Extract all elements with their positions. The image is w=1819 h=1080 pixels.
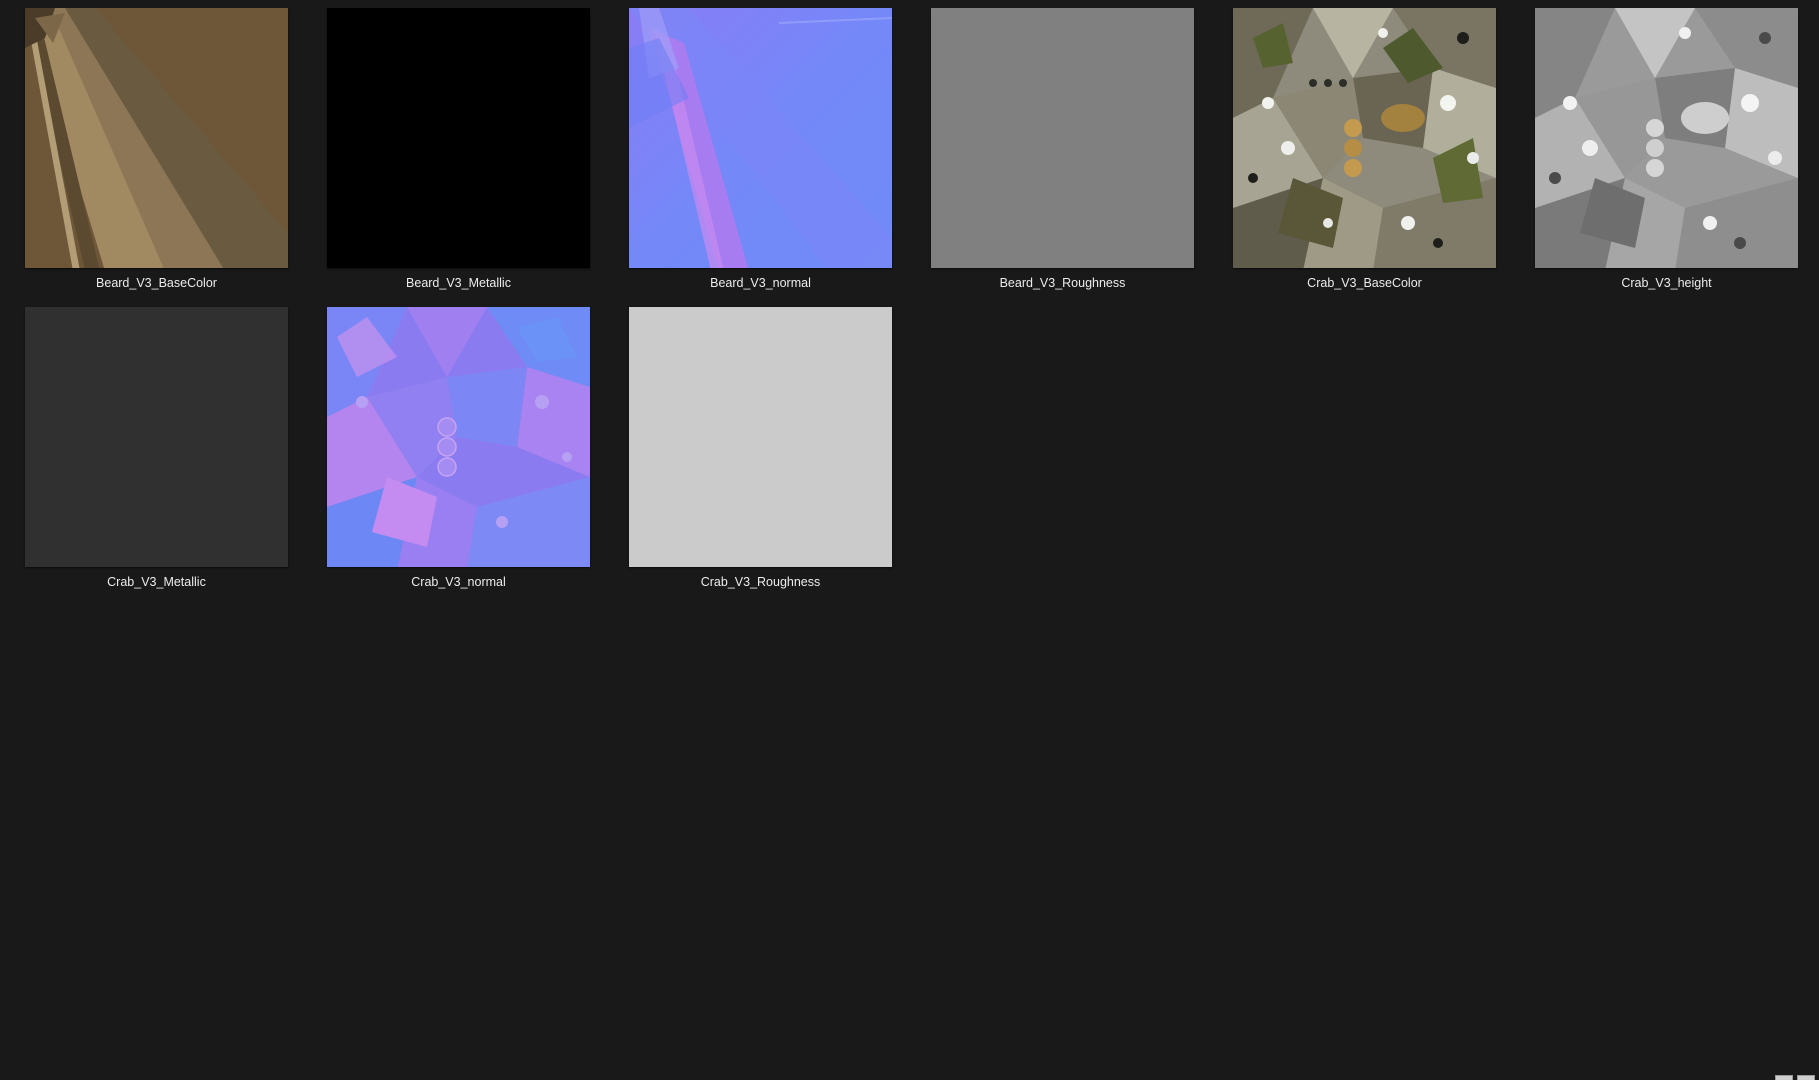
- crab-basecolor-thumbnail-icon: [1233, 8, 1496, 268]
- file-explorer-content: Beard_V3_BaseColor Beard_V3_Metallic Bea…: [0, 0, 1819, 1080]
- view-toggle: [1775, 1075, 1815, 1080]
- file-item-beard-normal[interactable]: Beard_V3_normal: [629, 8, 892, 290]
- details-view-icon[interactable]: [1775, 1075, 1793, 1080]
- crab-normal-thumbnail-icon: [327, 307, 590, 567]
- file-item-crab-height[interactable]: Crab_V3_height: [1535, 8, 1798, 290]
- thumbnail-grid: Beard_V3_BaseColor Beard_V3_Metallic Bea…: [25, 8, 1798, 589]
- large-icons-view-icon[interactable]: [1797, 1075, 1815, 1080]
- file-name: Crab_V3_height: [1621, 276, 1712, 290]
- file-item-beard-metallic[interactable]: Beard_V3_Metallic: [327, 8, 590, 290]
- beard-roughness-thumbnail-icon: [931, 8, 1194, 268]
- file-name: Beard_V3_BaseColor: [96, 276, 217, 290]
- file-item-crab-basecolor[interactable]: Crab_V3_BaseColor: [1233, 8, 1496, 290]
- file-name: Crab_V3_Roughness: [700, 575, 821, 589]
- file-name: Beard_V3_Roughness: [999, 276, 1126, 290]
- crab-height-thumbnail-icon: [1535, 8, 1798, 268]
- crab-roughness-thumbnail-icon: [629, 307, 892, 567]
- file-name: Beard_V3_Metallic: [406, 276, 511, 290]
- file-item-crab-normal[interactable]: Crab_V3_normal: [327, 307, 590, 589]
- file-item-crab-metallic[interactable]: Crab_V3_Metallic: [25, 307, 288, 589]
- file-item-beard-roughness[interactable]: Beard_V3_Roughness: [931, 8, 1194, 290]
- crab-metallic-thumbnail-icon: [25, 307, 288, 567]
- file-item-crab-roughness[interactable]: Crab_V3_Roughness: [629, 307, 892, 589]
- beard-normal-thumbnail-icon: [629, 8, 892, 268]
- file-item-beard-basecolor[interactable]: Beard_V3_BaseColor: [25, 8, 288, 290]
- beard-basecolor-thumbnail-icon: [25, 8, 288, 268]
- file-name: Crab_V3_normal: [411, 575, 506, 589]
- beard-metallic-thumbnail-icon: [327, 8, 590, 268]
- file-name: Beard_V3_normal: [710, 276, 811, 290]
- file-name: Crab_V3_BaseColor: [1307, 276, 1422, 290]
- file-name: Crab_V3_Metallic: [107, 575, 206, 589]
